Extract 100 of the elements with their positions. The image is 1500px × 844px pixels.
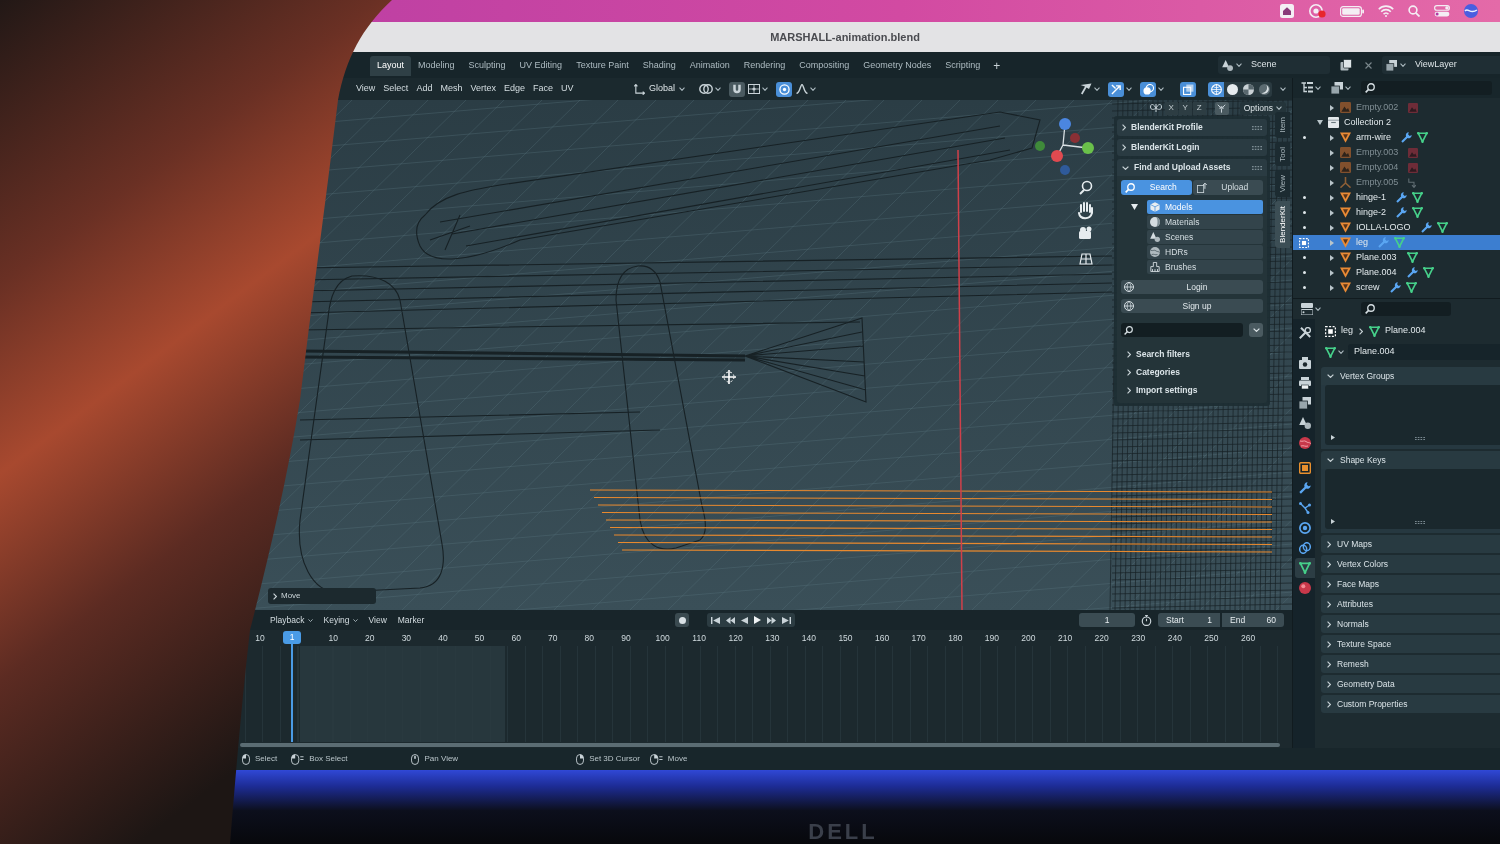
stopwatch-icon[interactable] [1141, 614, 1152, 626]
breadcrumb-item[interactable]: leg [1341, 324, 1353, 338]
data-type-selector[interactable] [1325, 346, 1344, 358]
toggle-button[interactable] [1140, 81, 1156, 97]
tree-list-icon[interactable] [1301, 82, 1313, 94]
search-field[interactable] [1361, 302, 1451, 316]
panel-header[interactable]: Attributes [1321, 595, 1500, 613]
skip-end-icon[interactable] [782, 616, 791, 624]
menu-item[interactable]: Mesh [436, 81, 467, 97]
panel-header[interactable]: Face Maps [1321, 575, 1500, 593]
workspace-tab[interactable]: UV Editing [512, 56, 570, 76]
subpanel-header[interactable]: Categories [1127, 365, 1263, 379]
menu-item[interactable]: Keying [319, 613, 362, 627]
outliner-item[interactable]: IOLLA-LOGO [1293, 220, 1500, 235]
toggle-button[interactable] [1180, 81, 1196, 97]
grid-icon[interactable] [1079, 253, 1093, 265]
subpanel-header[interactable]: Import settings [1127, 383, 1263, 397]
current-frame-field[interactable]: 1 [1079, 613, 1135, 627]
orientation-dropdown[interactable]: Global [630, 81, 689, 97]
workspace-tab[interactable]: Shading [635, 56, 683, 76]
asset-type-item[interactable]: HDRs [1147, 245, 1263, 259]
menu-item[interactable]: Playback [266, 613, 317, 627]
search-field[interactable] [1121, 323, 1243, 337]
grid-squares-icon[interactable] [748, 84, 760, 94]
workspace-tab[interactable]: Compositing [792, 56, 857, 76]
axis-gizmo-icon[interactable] [1035, 118, 1094, 175]
mode-tab[interactable]: Upload [1192, 180, 1263, 195]
timeline-scrollbar[interactable] [240, 743, 1280, 747]
scene-selector[interactable]: Scene [1218, 56, 1330, 74]
workspace-tab[interactable]: Animation [682, 56, 737, 76]
asset-type-item[interactable]: Scenes [1147, 230, 1263, 244]
camera-icon[interactable] [1079, 226, 1092, 239]
outliner-item[interactable]: Empty.005 [1293, 175, 1500, 190]
panel-header[interactable]: Vertex Colors [1321, 555, 1500, 573]
panel-header[interactable]: Texture Space [1321, 635, 1500, 653]
account-button[interactable]: Sign up [1121, 299, 1263, 313]
menu-item[interactable]: UV [556, 81, 578, 97]
asset-type-item[interactable]: Materials [1147, 215, 1263, 229]
proportional-editing-toggle[interactable] [776, 81, 792, 97]
outliner-item[interactable]: screw [1293, 280, 1500, 295]
outliner-item[interactable]: Empty.002 [1293, 100, 1500, 115]
workspace-tab[interactable]: Texture Paint [569, 56, 636, 76]
workspace-tab[interactable]: Sculpting [461, 56, 513, 76]
sidebar-tab[interactable]: Item [1275, 112, 1290, 138]
outliner-item[interactable]: hinge-1 [1293, 190, 1500, 205]
search-field[interactable] [1361, 81, 1492, 95]
workspace-tab[interactable]: Rendering [736, 56, 793, 76]
outliner-item[interactable]: hinge-2 [1293, 205, 1500, 220]
panel-header[interactable]: BlenderKit Profile [1117, 119, 1267, 136]
shading-mode-button[interactable] [1256, 81, 1272, 97]
panel-header[interactable]: Geometry Data [1321, 675, 1500, 693]
end-frame-field[interactable]: End 60 [1222, 613, 1284, 627]
assistant-orb-icon[interactable] [1464, 4, 1478, 18]
toggle-button[interactable] [1108, 81, 1124, 97]
pointer-icon[interactable] [1080, 83, 1092, 95]
workspace-tab[interactable]: Layout [370, 56, 412, 76]
outliner-item[interactable]: Plane.004 [1293, 265, 1500, 280]
play-reverse-icon[interactable] [741, 616, 748, 624]
toggle-switches-icon[interactable] [1434, 5, 1450, 17]
operator-panel[interactable]: Move [268, 588, 376, 604]
view-layer-selector[interactable]: ViewLayer [1382, 56, 1500, 74]
subpanel-header[interactable]: Search filters [1127, 347, 1263, 361]
snap-toggle[interactable] [729, 81, 745, 97]
wifi-icon[interactable] [1378, 5, 1394, 17]
panel-header[interactable]: Custom Properties [1321, 695, 1500, 713]
butterfly-icon[interactable] [1149, 103, 1162, 113]
workspace-tab[interactable]: Scripting [938, 56, 988, 76]
panel-header[interactable]: Vertex Groups [1321, 367, 1500, 385]
shading-mode-button[interactable] [1240, 81, 1256, 97]
battery-icon[interactable] [1340, 5, 1364, 17]
shading-mode-button[interactable] [1208, 81, 1224, 97]
panel-header[interactable]: Shape Keys [1321, 451, 1500, 469]
panel-header[interactable]: Normals [1321, 615, 1500, 633]
menu-item[interactable]: Select [379, 81, 413, 97]
panel-header[interactable]: Remesh [1321, 655, 1500, 673]
record-button[interactable] [675, 613, 689, 627]
datablock-name-field[interactable]: Plane.004 [1348, 344, 1500, 360]
sidebar-tab[interactable]: View [1275, 170, 1290, 198]
menu-item[interactable]: Add [412, 81, 437, 97]
workspace-tab[interactable]: Geometry Nodes [856, 56, 939, 76]
peak-curve-icon[interactable] [796, 84, 808, 94]
menu-item[interactable]: View [352, 81, 380, 97]
new-scene-button[interactable] [1338, 57, 1354, 73]
record-indicator-icon[interactable] [1308, 4, 1326, 18]
menu-item[interactable]: Vertex [466, 81, 500, 97]
rewind-icon[interactable] [726, 616, 735, 624]
panel-header[interactable]: Find and Upload Assets [1117, 159, 1267, 176]
panel-header[interactable]: UV Maps [1321, 535, 1500, 553]
outliner-item[interactable]: Empty.003 [1293, 145, 1500, 160]
outliner-item[interactable]: Empty.004 [1293, 160, 1500, 175]
menu-item[interactable]: View [364, 613, 391, 627]
play-icon[interactable] [754, 616, 761, 624]
add-workspace-button[interactable]: + [987, 56, 1007, 76]
menu-item[interactable]: Face [528, 81, 557, 97]
dropdown-button[interactable] [1249, 323, 1263, 337]
zoom-icon[interactable] [1079, 180, 1093, 195]
outliner-item[interactable]: Plane.003 [1293, 250, 1500, 265]
rings-icon[interactable] [699, 84, 713, 94]
panel-header[interactable]: BlenderKit Login [1117, 139, 1267, 156]
sidebar-tab[interactable]: Tool [1275, 141, 1290, 167]
